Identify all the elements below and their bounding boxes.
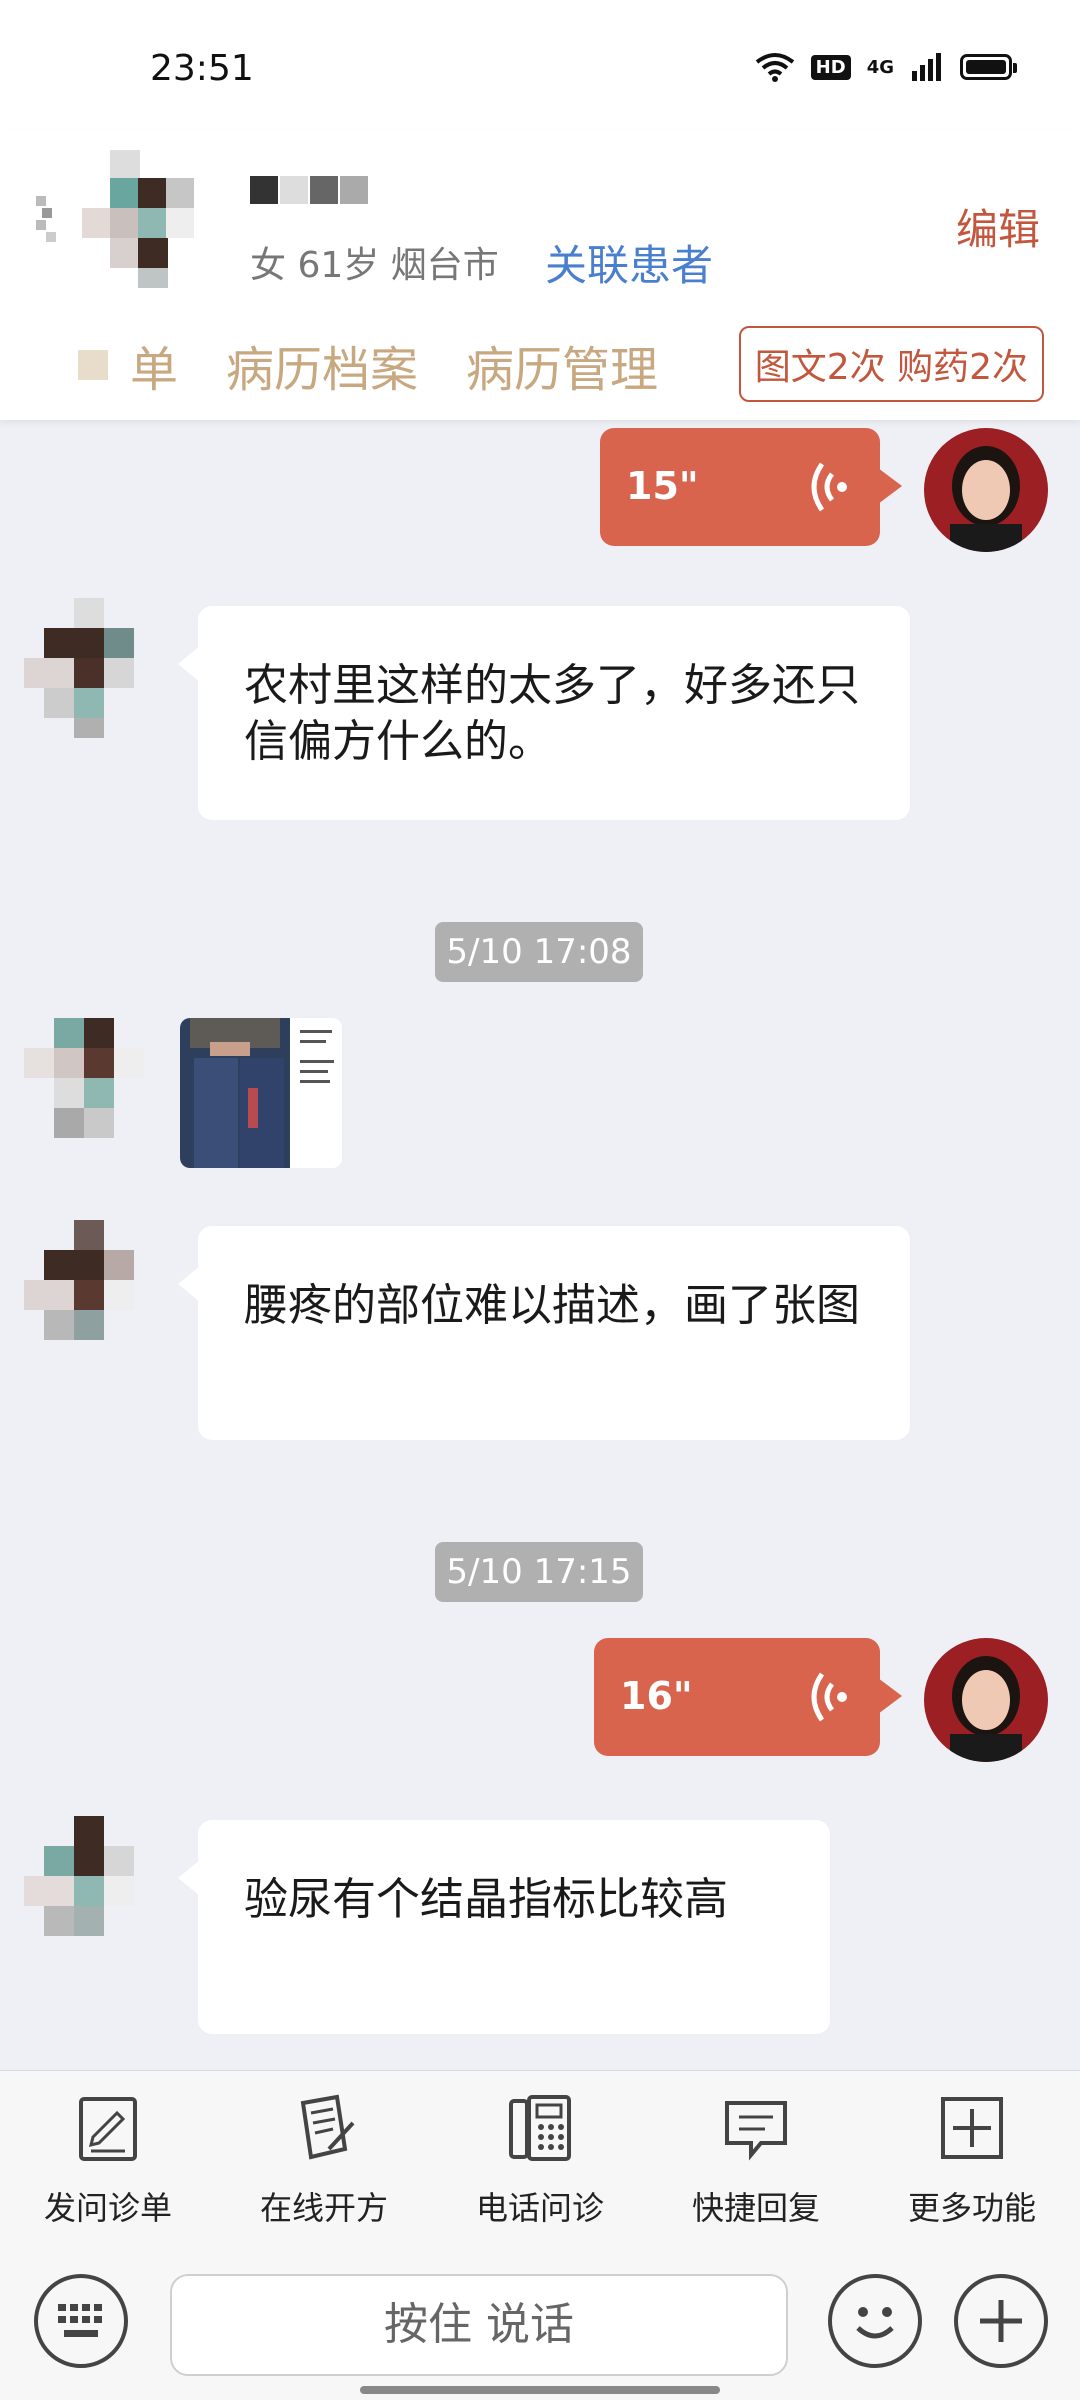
online-prescription-button[interactable]: 在线开方 [216,2093,432,2229]
patient-message-avatar[interactable] [24,1018,164,1158]
voice-duration: 16" [620,1674,693,1718]
input-bar: 按住 说话 [0,2250,1080,2400]
back-icon[interactable] [32,192,66,252]
header-tabs: 单 病历档案 病历管理 [78,330,706,400]
message-text: 腰疼的部位难以描述，画了张图 [244,1280,860,1331]
plus-square-icon [941,2097,1003,2159]
network-label: 4G [866,56,894,78]
signal-icon [912,53,941,81]
doctor-avatar[interactable] [924,428,1048,552]
keyboard-icon [58,2304,102,2337]
tool-label: 发问诊单 [43,2189,172,2227]
emoji-button[interactable] [828,2274,922,2368]
patient-header: 女 61岁 烟台市 关联患者 编辑 单 病历档案 病历管理 图文2次 购药2次 [0,130,1080,420]
phone-consult-button[interactable]: 电话问诊 [432,2093,648,2229]
voice-message[interactable]: 15" [600,428,902,546]
patient-message-avatar[interactable] [24,1220,164,1360]
quick-reply-icon [725,2101,787,2161]
tab-medical-archive[interactable]: 病历档案 [226,330,418,400]
hd-badge: HD [810,54,851,80]
network-type: 4G [867,57,894,78]
tool-label: 在线开方 [259,2189,388,2227]
image-message[interactable] [180,1018,342,1168]
text-message[interactable]: 验尿有个结晶指标比较高 [178,1820,830,2034]
form-edit-icon [79,2097,137,2161]
home-indicator[interactable] [360,2386,720,2394]
plus-icon [980,2300,1022,2342]
service-quota-badge[interactable]: 图文2次 购药2次 [738,326,1044,402]
timestamp-chip: 5/10 17:08 [435,922,643,982]
keyboard-toggle-button[interactable] [34,2274,128,2368]
edit-button[interactable]: 编辑 [956,196,1040,257]
status-icons: HD 4G [755,52,1017,82]
prescription-icon [300,2094,355,2160]
tab-order[interactable]: 单 [130,330,178,400]
quick-reply-button[interactable]: 快捷回复 [648,2093,864,2229]
voice-wave-icon [811,462,847,512]
text-message[interactable]: 农村里这样的太多了，好多还只信偏方什么的。 [178,606,910,820]
patient-name-redacted [250,176,368,204]
attach-plus-button[interactable] [954,2274,1048,2368]
tab-medical-management[interactable]: 病历管理 [466,330,658,400]
smiley-icon [856,2307,894,2339]
patient-message-avatar[interactable] [24,598,164,738]
timestamp-chip: 5/10 17:15 [435,1542,643,1602]
doctor-avatar[interactable] [924,1638,1048,1762]
voice-duration: 15" [626,464,699,508]
tool-label: 电话问诊 [475,2189,604,2227]
message-text: 验尿有个结晶指标比较高 [244,1874,728,1925]
send-consult-form-button[interactable]: 发问诊单 [0,2093,216,2229]
patient-message-avatar[interactable] [24,1816,164,1956]
hold-to-talk-button[interactable]: 按住 说话 [170,2274,788,2376]
patient-meta: 女 61岁 烟台市 [250,245,499,286]
message-text: 农村里这样的太多了，好多还只信偏方什么的。 [244,660,860,767]
battery-icon [960,54,1017,80]
more-functions-button[interactable]: 更多功能 [864,2093,1080,2229]
patient-avatar[interactable] [80,150,200,290]
phone-icon [509,2095,571,2161]
wifi-icon [755,53,794,82]
link-patient-button[interactable]: 关联患者 [545,232,713,293]
tool-label: 快捷回复 [691,2189,820,2227]
voice-wave-icon [811,1672,847,1722]
status-bar: 23:51 HD 4G [0,0,1080,130]
function-toolbar: 发问诊单 在线开方 电话问诊 快捷回复 更多功能 [0,2070,1080,2252]
chat-thread[interactable]: 15" 农村里这样的太多了，好多还只信偏方什么的。 5/10 17:08 腰疼的… [0,420,1080,2070]
voice-message[interactable]: 16" [594,1638,902,1756]
tool-label: 更多功能 [907,2189,1036,2227]
tab-blur-block [78,350,108,380]
text-message[interactable]: 腰疼的部位难以描述，画了张图 [178,1226,910,1440]
clock: 23:51 [150,48,254,89]
